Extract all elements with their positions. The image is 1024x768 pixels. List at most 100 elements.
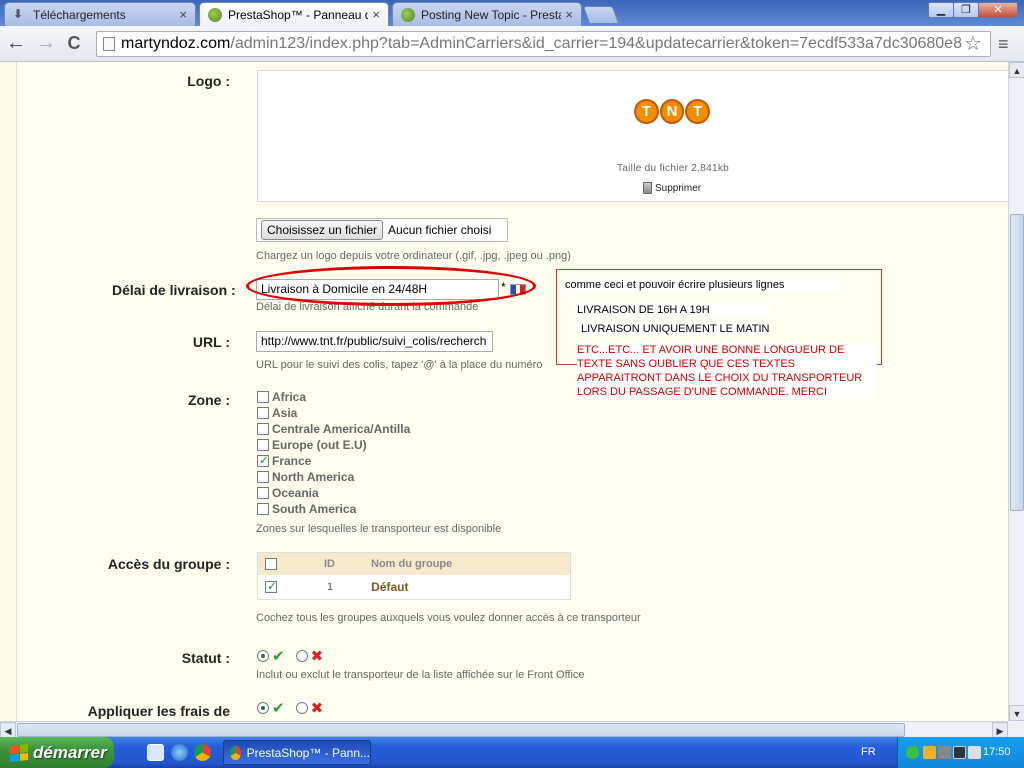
select-all-checkbox[interactable] xyxy=(265,558,277,570)
alert-icon[interactable] xyxy=(923,746,936,759)
tab-prestashop-admin[interactable]: PrestaShop™ - Panneau d'ad × xyxy=(199,2,389,26)
close-tab-icon[interactable]: × xyxy=(565,7,573,22)
zone-option[interactable]: France xyxy=(257,453,312,468)
start-label: démarrer xyxy=(33,742,107,762)
tab-posting-new-topic[interactable]: Posting New Topic - PrestaSh × xyxy=(392,2,582,26)
table-header: ID Nom du groupe xyxy=(258,553,570,575)
checkbox[interactable] xyxy=(257,453,269,467)
taskbar-item-prestashop[interactable]: PrestaShop™ - Pann... xyxy=(223,740,371,765)
tab-title: Téléchargements xyxy=(33,7,126,22)
annotation-red-text: ETC...ETC... ET AVOIR UNE BONNE LONGUEUR… xyxy=(577,343,877,399)
usb-icon[interactable] xyxy=(968,746,981,759)
file-size-text: Taille du fichier 2.841kb xyxy=(616,163,729,174)
checkbox[interactable] xyxy=(257,503,269,515)
delete-logo-link[interactable]: Supprimer xyxy=(643,182,701,194)
back-button[interactable]: ← xyxy=(4,32,28,56)
checkbox[interactable] xyxy=(257,423,269,435)
taskbar-item-label: PrestaShop™ - Pann... xyxy=(246,745,370,760)
fees-no-radio[interactable] xyxy=(295,702,308,714)
checkbox[interactable] xyxy=(257,407,269,419)
prestashop-favicon-icon xyxy=(208,7,222,22)
scroll-up-arrow-icon[interactable]: ▲ xyxy=(1009,62,1024,78)
horizontal-scrollbar[interactable]: ◀ ▶ xyxy=(0,721,1008,738)
new-tab-button[interactable] xyxy=(582,6,620,24)
zone-option[interactable]: Oceania xyxy=(257,486,319,500)
checkmark-icon: ✔ xyxy=(272,648,285,665)
zone-name: South America xyxy=(272,502,357,516)
group-access-label: Accès du groupe : xyxy=(107,556,230,572)
zone-option[interactable]: South America xyxy=(257,502,356,516)
logo-preview-box: T N T Taille du fichier 2.841kb Supprime… xyxy=(257,70,1008,202)
logo-file-input[interactable]: Choisissez un fichier Aucun fichier choi… xyxy=(256,218,508,242)
minimize-button[interactable]: ▁ xyxy=(928,2,954,18)
scroll-right-arrow-icon[interactable]: ▶ xyxy=(992,722,1008,738)
status-hint: Inclut ou exclut le transporteur de la l… xyxy=(256,669,585,681)
language-indicator[interactable]: FR xyxy=(861,746,876,758)
scroll-left-arrow-icon[interactable]: ◀ xyxy=(0,722,16,738)
apply-fees-label: Appliquer les frais de xyxy=(87,703,230,719)
close-window-button[interactable]: ✕ xyxy=(978,2,1018,18)
zone-option[interactable]: Africa xyxy=(257,390,306,404)
zone-name: Centrale America/Antilla xyxy=(272,422,411,436)
tracking-url-input[interactable]: http://www.tnt.fr/public/suivi_colis/rec… xyxy=(256,331,493,352)
checkbox[interactable] xyxy=(257,439,269,451)
browser-toolbar: ← → C martyndoz.com/admin123/index.php?t… xyxy=(0,26,1024,62)
checkbox[interactable] xyxy=(257,391,269,403)
address-bar[interactable]: martyndoz.com/admin123/index.php?tab=Adm… xyxy=(96,31,991,57)
delete-label: Supprimer xyxy=(655,182,702,194)
carrier-edit-form: Logo : T N T Taille du fichier 2.841kb S… xyxy=(16,62,1008,721)
bookmark-star-icon[interactable]: ☆ xyxy=(964,31,982,56)
zone-option[interactable]: Europe (out E.U) xyxy=(257,438,367,452)
zone-option[interactable]: North America xyxy=(257,470,354,484)
cross-icon: ✖ xyxy=(310,700,324,717)
choose-file-button[interactable]: Choisissez un fichier xyxy=(261,220,384,240)
url-path: /admin123/index.php?tab=AdminCarriers&id… xyxy=(230,35,962,52)
status-enabled-radio[interactable] xyxy=(257,650,269,662)
speaker-icon[interactable] xyxy=(938,746,951,759)
forward-button[interactable]: → xyxy=(34,32,58,56)
scroll-corner xyxy=(1008,721,1024,737)
trash-icon xyxy=(643,182,652,194)
show-desktop-icon[interactable] xyxy=(147,744,164,761)
restore-button[interactable]: ❐ xyxy=(953,2,979,18)
zone-name: North America xyxy=(272,470,355,484)
internet-explorer-icon[interactable] xyxy=(171,744,188,761)
vertical-scrollbar[interactable]: ▲ ▼ xyxy=(1008,62,1024,721)
tab-downloads[interactable]: ⬇ Téléchargements × xyxy=(4,2,196,26)
tnt-logo: T N T xyxy=(634,99,711,131)
clock[interactable]: 17:50 xyxy=(983,746,1011,758)
security-shield-icon[interactable] xyxy=(906,746,919,759)
checkmark-icon: ✔ xyxy=(272,700,285,717)
zone-name: Asia xyxy=(272,406,298,420)
zone-option[interactable]: Centrale America/Antilla xyxy=(257,422,410,436)
status-disabled-radio[interactable] xyxy=(295,650,308,662)
logo-hint: Chargez un logo depuis votre ordinateur … xyxy=(256,250,571,262)
red-highlight-annotation xyxy=(246,266,536,306)
horizontal-scroll-thumb[interactable] xyxy=(17,723,905,737)
group-checkbox[interactable] xyxy=(265,579,277,593)
fees-yes-radio[interactable] xyxy=(257,702,269,714)
column-header-id: ID xyxy=(324,558,335,570)
vertical-scroll-thumb[interactable] xyxy=(1010,214,1024,511)
tab-title: PrestaShop™ - Panneau d'ad xyxy=(228,7,369,22)
zone-name: Europe (out E.U) xyxy=(272,438,367,452)
page-viewport: Logo : T N T Taille du fichier 2.841kb S… xyxy=(0,62,1008,721)
close-tab-icon[interactable]: × xyxy=(372,7,380,22)
annotation-line: comme ceci et pouvoir écrire plusieurs l… xyxy=(562,278,840,292)
tab-title: Posting New Topic - PrestaSh xyxy=(421,7,561,22)
close-tab-icon[interactable]: × xyxy=(179,7,187,22)
scroll-down-arrow-icon[interactable]: ▼ xyxy=(1009,705,1024,721)
checkbox[interactable] xyxy=(257,471,269,483)
group-id: 1 xyxy=(327,581,334,593)
menu-icon[interactable]: ≡ xyxy=(998,34,1009,55)
chrome-icon[interactable] xyxy=(194,744,211,761)
reload-button[interactable]: C xyxy=(62,32,86,56)
start-button[interactable]: démarrer xyxy=(0,737,114,768)
zone-option[interactable]: Asia xyxy=(257,406,297,420)
network-icon[interactable] xyxy=(953,746,966,759)
column-header-name: Nom du groupe xyxy=(371,558,453,570)
prestashop-favicon-icon xyxy=(401,7,415,22)
file-status-text: Aucun fichier choisi xyxy=(388,223,492,237)
checkbox[interactable] xyxy=(257,487,269,499)
zone-name: France xyxy=(272,454,312,468)
